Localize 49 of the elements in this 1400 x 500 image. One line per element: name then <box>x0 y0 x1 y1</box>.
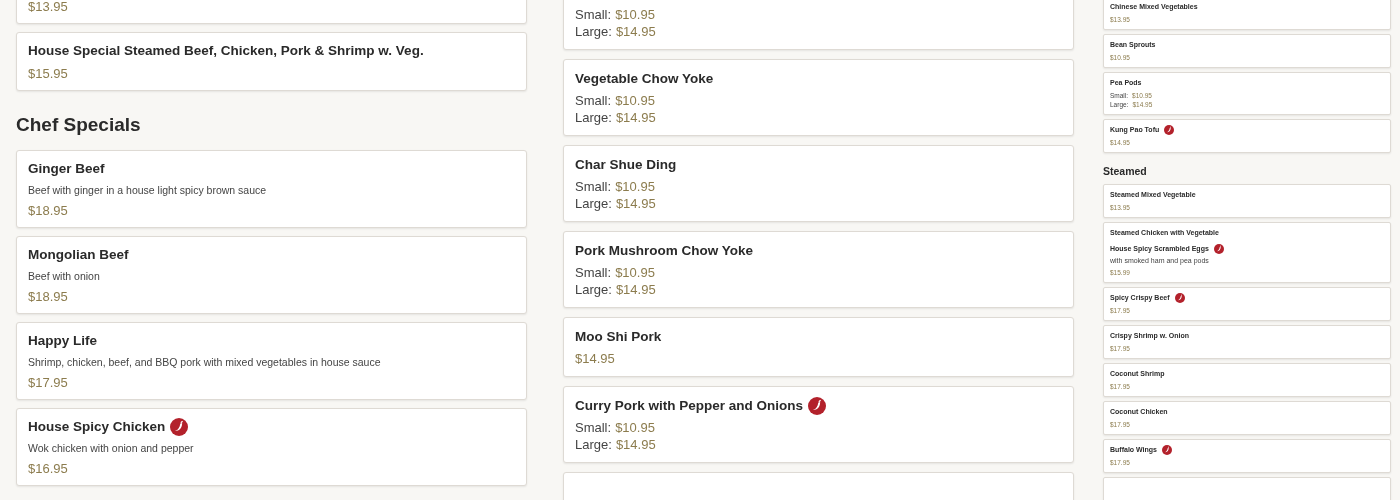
size-price: $10.95 <box>615 264 655 281</box>
size-price: $10.95 <box>615 419 655 436</box>
item-description: Beef with onion <box>28 269 101 284</box>
size-label: Small: <box>575 264 612 281</box>
size-label: Large: <box>575 436 612 453</box>
size-price: $10.95 <box>615 178 655 195</box>
item-name: Curry Pork with Pepper and Onions <box>575 397 804 415</box>
size-price: $14.95 <box>615 23 656 40</box>
size-label: Large: <box>575 195 612 212</box>
item-description: Shrimp, chicken, beef, and BBQ pork with mixed vegetables in house sauce <box>28 355 382 370</box>
chili-pepper-icon <box>170 418 189 436</box>
size-price: $14.95 <box>615 195 656 212</box>
size-price: $14.95 <box>615 281 656 298</box>
chili-pepper-icon <box>1164 125 1175 135</box>
item-name: Vegetable Chow Yoke <box>575 70 714 88</box>
item-name: Pork Mushroom Chow Yoke <box>575 242 754 260</box>
size-label: Large: <box>575 23 612 40</box>
chili-pepper-icon <box>1213 244 1224 254</box>
item-price: $18.95 <box>28 202 69 219</box>
item-price: $13.95 <box>28 0 69 15</box>
item-price: $15.95 <box>28 65 69 82</box>
size-label: Small: <box>575 419 612 436</box>
item-name: House Spicy Chicken <box>28 418 166 436</box>
size-price: $14.95 <box>615 109 656 126</box>
size-label: Large: <box>575 281 612 298</box>
item-name: Ginger Beef <box>28 160 105 178</box>
size-label: Small: <box>575 92 612 109</box>
chili-pepper-icon <box>808 397 827 415</box>
section-heading: Steamed <box>1103 164 1148 178</box>
chili-pepper-icon <box>1174 293 1185 303</box>
item-name: Moo Shi Pork <box>575 328 662 346</box>
item-name: Happy Life <box>28 332 97 350</box>
item-price: $16.95 <box>28 460 69 477</box>
item-name: House Special Steamed Beef, Chicken, Pork & Shrimp w. Veg. <box>28 42 424 60</box>
item-name: Mongolian Beef <box>28 246 129 264</box>
item-price: $14.95 <box>575 350 616 367</box>
size-price: $14.95 <box>615 436 656 453</box>
item-name: Char Shue Ding <box>575 156 677 174</box>
item-description: Wok chicken with onion and pepper <box>28 441 195 456</box>
item-price: $17.95 <box>28 374 69 391</box>
chili-pepper-icon <box>1162 445 1172 455</box>
size-label: Small: <box>575 6 612 23</box>
size-label: Small: <box>575 178 612 195</box>
size-price: $10.95 <box>615 6 655 23</box>
size-label: Large: <box>575 109 612 126</box>
section-heading: Chef Specials <box>16 113 142 137</box>
item-price: $18.95 <box>28 288 69 305</box>
size-price: $10.95 <box>615 92 655 109</box>
item-description: Beef with ginger in a house light spicy brown sauce <box>28 183 268 198</box>
